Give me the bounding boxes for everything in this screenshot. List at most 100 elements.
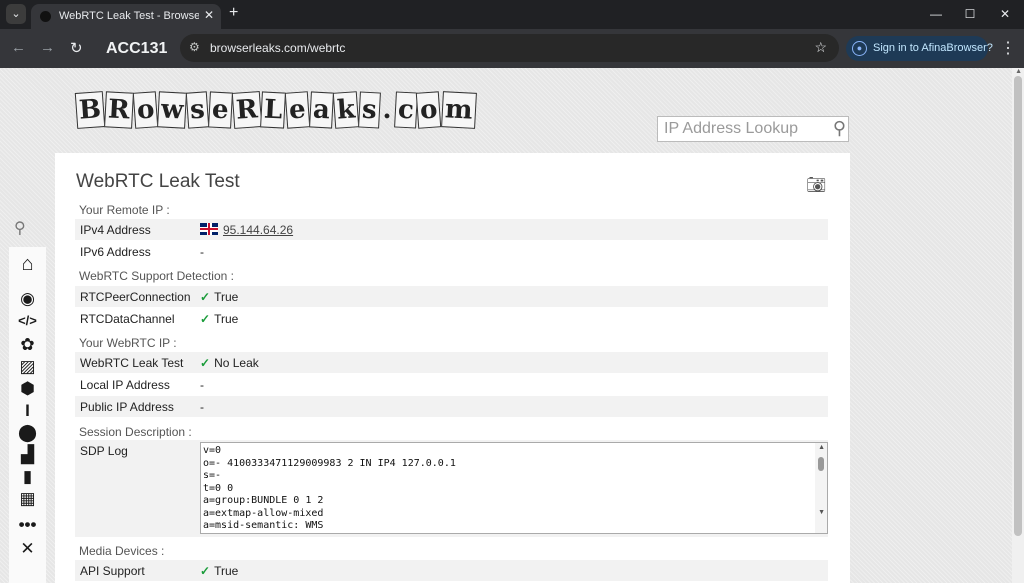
logo-letter: w xyxy=(157,91,188,129)
leak-value-text: No Leak xyxy=(214,356,259,370)
back-icon[interactable]: ← xyxy=(11,39,26,56)
tab-title: WebRTC Leak Test - BrowserLeaks xyxy=(59,10,199,22)
logo-letter: a xyxy=(309,91,334,129)
peer-value-text: True xyxy=(214,290,239,304)
row-ipv4: IPv4 Address 95.144.64.26 xyxy=(75,219,828,240)
logo-letter: o xyxy=(132,91,159,129)
address-bar[interactable]: ⚙ browserleaks.com/webrtc ☆ xyxy=(180,34,839,62)
favicon-icon xyxy=(40,11,51,22)
row-ipv6: IPv6 Address - xyxy=(75,241,828,262)
ipv4-key: IPv4 Address xyxy=(80,223,151,237)
profile-name: ACC131 xyxy=(106,40,168,57)
section-webrtc-ip: Your WebRTC IP : xyxy=(79,336,177,350)
scroll-up-icon[interactable]: ▲ xyxy=(818,444,825,451)
section-session: Session Description : xyxy=(79,425,192,439)
canvas-image-icon[interactable]: ▨ xyxy=(9,357,46,377)
row-leak-test: WebRTC Leak Test ✓ No Leak xyxy=(75,352,828,373)
sign-in-button[interactable]: ● Sign in to AfinaBrowser? xyxy=(846,36,993,61)
row-public-ip: Public IP Address - xyxy=(75,396,828,417)
local-key: Local IP Address xyxy=(80,378,170,392)
pin-icon[interactable]: ⚲ xyxy=(14,218,26,238)
logo-letter: R xyxy=(104,91,134,129)
logo-letter: e xyxy=(285,91,311,129)
peer-value: ✓ True xyxy=(200,290,238,304)
sdp-log-textarea[interactable]: v=0 o=- 4100333471129009983 2 IN IP4 127… xyxy=(200,442,828,534)
check-icon: ✓ xyxy=(200,356,211,370)
logo-letter: s xyxy=(357,91,381,129)
scroll-down-icon[interactable]: ▼ xyxy=(818,509,825,516)
fonts-icon[interactable]: I xyxy=(9,401,46,421)
site-info-icon[interactable]: ⚙ xyxy=(189,40,200,54)
maximize-icon[interactable]: ☐ xyxy=(953,0,987,29)
page-scroll-up-icon[interactable]: ▲ xyxy=(1015,68,1022,75)
row-api-support: API Support ✓ True xyxy=(75,560,828,581)
browser-menu-icon[interactable]: ⋮ xyxy=(1000,38,1016,58)
camera-icon[interactable]: 📷︎ xyxy=(806,175,826,195)
page-scrollbar[interactable]: ▲ xyxy=(1012,68,1024,583)
url-text[interactable]: browserleaks.com/webrtc xyxy=(210,41,345,55)
code-icon[interactable]: </> xyxy=(9,313,46,328)
broadcast-icon[interactable]: ◉ xyxy=(9,289,46,309)
api-value: ✓ True xyxy=(200,564,238,578)
sdp-log-text: v=0 o=- 4100333471129009983 2 IN IP4 127… xyxy=(203,445,456,531)
page-scroll-thumb[interactable] xyxy=(1014,76,1022,536)
api-key: API Support xyxy=(80,564,145,578)
public-key: Public IP Address xyxy=(80,400,174,414)
browser-tab-active[interactable]: WebRTC Leak Test - BrowserLeaks ✕ xyxy=(31,4,221,29)
uk-flag-icon xyxy=(200,223,218,235)
minimize-icon[interactable]: — xyxy=(919,0,953,29)
logo-letter: R xyxy=(231,91,262,129)
page-viewport: BRowseRLeaks.com ⚲ ⚲ ⌂ ◉ </> ✿ ▨ ⬢ I ⬤ ▟… xyxy=(0,68,1024,583)
chart-steps-icon[interactable]: ▟ xyxy=(9,445,46,465)
leak-key: WebRTC Leak Test xyxy=(80,356,184,370)
check-icon: ✓ xyxy=(200,564,211,578)
ipv6-key: IPv6 Address xyxy=(80,245,151,259)
sdp-scrollbar[interactable]: ▲ ▼ xyxy=(815,443,827,533)
ip-lookup-input[interactable] xyxy=(658,117,818,141)
section-media: Media Devices : xyxy=(79,544,165,558)
home-icon[interactable]: ⌂ xyxy=(9,253,46,276)
lock-icon[interactable]: ▮ xyxy=(9,467,46,487)
browser-toolbar: ← → ↻ ACC131 ⚙ browserleaks.com/webrtc ☆… xyxy=(0,29,1024,68)
sdp-scroll-thumb[interactable] xyxy=(818,457,824,471)
row-local-ip: Local IP Address - xyxy=(75,374,828,395)
logo-letter: e xyxy=(208,91,233,129)
page-title: WebRTC Leak Test xyxy=(76,171,240,192)
row-peer-connection: RTCPeerConnection ✓ True xyxy=(75,286,828,307)
logo-letter: . xyxy=(381,94,393,126)
search-icon[interactable]: ⚲ xyxy=(833,118,846,139)
tools-icon[interactable]: ✕ xyxy=(9,539,46,559)
ipv4-link[interactable]: 95.144.64.26 xyxy=(223,223,293,237)
channel-key: RTCDataChannel xyxy=(80,312,175,326)
webrtc-panel: WebRTC Leak Test 📷︎ Your Remote IP : IPv… xyxy=(55,153,850,583)
ipv6-value: - xyxy=(200,245,204,259)
window-close-icon[interactable]: ✕ xyxy=(988,0,1022,29)
firewall-icon[interactable]: ▦ xyxy=(9,489,46,509)
logo-letter: L xyxy=(260,91,287,129)
local-value: - xyxy=(200,378,204,392)
webrtc-icon[interactable]: ✿ xyxy=(9,335,46,355)
new-tab-icon[interactable]: + xyxy=(229,4,238,22)
bookmark-star-icon[interactable]: ☆ xyxy=(814,39,827,56)
channel-value-text: True xyxy=(214,312,239,326)
peer-key: RTCPeerConnection xyxy=(80,290,191,304)
account-icon: ● xyxy=(852,41,867,56)
more-icon[interactable]: ••• xyxy=(9,515,46,535)
ip-lookup-box: ⚲ xyxy=(657,116,849,142)
webgl-cube-icon[interactable]: ⬢ xyxy=(9,379,46,399)
logo-letter: c xyxy=(393,91,418,129)
leak-value: ✓ No Leak xyxy=(200,356,259,370)
section-support: WebRTC Support Detection : xyxy=(79,269,234,283)
forward-icon[interactable]: → xyxy=(40,39,55,56)
browserleaks-logo[interactable]: BRowseRLeaks.com xyxy=(74,84,477,136)
location-icon[interactable]: ⬤ xyxy=(9,423,46,443)
ipv4-value: 95.144.64.26 xyxy=(200,223,293,237)
logo-letter: o xyxy=(416,91,442,129)
reload-icon[interactable]: ↻ xyxy=(70,39,83,57)
check-icon: ✓ xyxy=(200,312,211,326)
sign-in-label: Sign in to AfinaBrowser? xyxy=(873,42,993,54)
close-tab-icon[interactable]: ✕ xyxy=(204,8,214,22)
tab-search-icon[interactable]: ⌄ xyxy=(6,4,26,24)
section-remote-ip: Your Remote IP : xyxy=(79,203,170,217)
row-data-channel: RTCDataChannel ✓ True xyxy=(75,308,828,329)
